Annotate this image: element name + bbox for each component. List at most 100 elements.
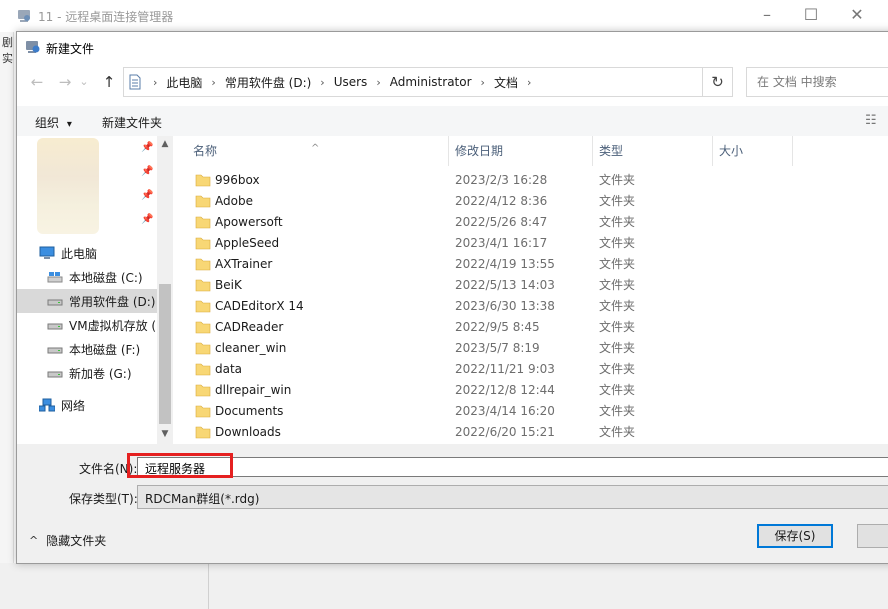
- file-type: 文件夹: [599, 320, 636, 334]
- sidebar-item-this-pc[interactable]: 此电脑: [17, 241, 157, 265]
- up-arrow-icon[interactable]: ↑: [97, 70, 121, 94]
- drive-icon: [47, 323, 63, 330]
- scroll-down-icon[interactable]: ▼: [157, 426, 173, 442]
- file-name: 996box: [215, 173, 260, 187]
- sidebar-item-label: 本地磁盘 (C:): [69, 270, 143, 285]
- table-row[interactable]: dllrepair_win 2022/12/8 12:44 文件夹: [187, 380, 888, 401]
- maximize-button[interactable]: ☐: [788, 4, 834, 28]
- file-type: 文件夹: [599, 362, 636, 376]
- filename-input[interactable]: 远程服务器: [137, 457, 888, 477]
- chevron-right-icon[interactable]: ›: [208, 76, 218, 89]
- cancel-button[interactable]: [857, 524, 888, 548]
- file-date: 2023/6/30 13:38: [455, 299, 555, 313]
- network-icon: [39, 398, 55, 412]
- breadcrumb-item[interactable]: Users: [328, 75, 374, 89]
- caret-down-icon: ▾: [66, 119, 72, 130]
- table-row[interactable]: Downloads 2022/6/20 15:21 文件夹: [187, 422, 888, 443]
- file-date: 2022/4/12 8:36: [455, 194, 548, 208]
- organize-button[interactable]: 组织 ▾: [35, 114, 72, 131]
- file-list: 名称 ^ 修改日期 类型 大小 996box 2023/2/3 16:28 文件夹 A…: [187, 136, 888, 444]
- obscured-quick-access-items: [37, 138, 99, 234]
- chevron-right-icon[interactable]: ›: [478, 76, 488, 89]
- dialog-title: 新建文件: [46, 42, 95, 56]
- save-button[interactable]: 保存(S): [757, 524, 833, 548]
- table-row[interactable]: 996box 2023/2/3 16:28 文件夹: [187, 170, 888, 191]
- table-row[interactable]: BeiK 2022/5/13 14:03 文件夹: [187, 275, 888, 296]
- chevron-right-icon[interactable]: ›: [373, 76, 383, 89]
- breadcrumb-item[interactable]: 常用软件盘 (D:): [219, 74, 317, 91]
- drive-icon: [47, 299, 63, 306]
- sidebar-item-network[interactable]: 网络: [17, 393, 157, 417]
- column-header-size[interactable]: 大小: [713, 136, 793, 166]
- column-header-type[interactable]: 类型: [593, 136, 713, 166]
- chevron-right-icon[interactable]: ›: [524, 76, 534, 89]
- close-button[interactable]: ✕: [834, 4, 880, 28]
- sidebar-item-drive-g[interactable]: 新加卷 (G:): [17, 361, 157, 385]
- back-arrow-icon[interactable]: ←: [25, 70, 49, 94]
- file-type: 文件夹: [599, 383, 636, 397]
- table-row[interactable]: AXTrainer 2022/4/19 13:55 文件夹: [187, 254, 888, 275]
- drive-icon: [47, 272, 63, 283]
- folder-icon: [195, 384, 211, 397]
- search-input[interactable]: 在 文档 中搜索: [746, 67, 888, 97]
- breadcrumb-item[interactable]: 此电脑: [160, 74, 208, 91]
- table-row[interactable]: CADReader 2022/9/5 8:45 文件夹: [187, 317, 888, 338]
- computer-icon: [39, 246, 55, 259]
- sidebar-scrollbar[interactable]: ▲ ▼: [157, 136, 173, 444]
- sidebar-item-drive-e[interactable]: VM虚拟机存放 (: [17, 313, 157, 337]
- file-date: 2022/5/13 14:03: [455, 278, 555, 292]
- scrollbar-thumb[interactable]: [159, 284, 171, 424]
- hide-folders-toggle[interactable]: ^ 隐藏文件夹: [29, 532, 106, 549]
- view-options-icon[interactable]: ☷: [865, 113, 883, 129]
- sidebar-item-drive-c[interactable]: 本地磁盘 (C:): [17, 265, 157, 289]
- parent-strip-text: 剧: [2, 36, 13, 49]
- drive-icon: [47, 371, 63, 378]
- filetype-select[interactable]: RDCMan群组(*.rdg): [137, 485, 888, 509]
- pin-icon[interactable]: 📌: [141, 214, 153, 225]
- table-row[interactable]: Adobe 2022/4/12 8:36 文件夹: [187, 191, 888, 212]
- table-row[interactable]: Apowersoft 2022/5/26 8:47 文件夹: [187, 212, 888, 233]
- dialog-titlebar: 新建文件: [17, 32, 888, 62]
- scroll-up-icon[interactable]: ▲: [157, 136, 173, 152]
- navigation-bar: ← → ⌄ ↑ › 此电脑 › 常用软件盘 (D:) › Users › Adm…: [17, 66, 888, 100]
- chevron-down-icon[interactable]: ⌄: [77, 70, 91, 94]
- parent-titlebar: 11 - 远程桌面连接管理器 – ☐ ✕: [0, 0, 888, 32]
- chevron-right-icon[interactable]: ›: [317, 76, 327, 89]
- address-bar[interactable]: › 此电脑 › 常用软件盘 (D:) › Users › Administrat…: [123, 67, 703, 97]
- file-date: 2022/6/20 15:21: [455, 425, 555, 439]
- organize-label: 组织: [35, 116, 60, 130]
- file-name: Adobe: [215, 194, 253, 208]
- table-row[interactable]: CADEditorX 14 2023/6/30 13:38 文件夹: [187, 296, 888, 317]
- forward-arrow-icon[interactable]: →: [53, 70, 77, 94]
- table-row[interactable]: cleaner_win 2023/5/7 8:19 文件夹: [187, 338, 888, 359]
- sidebar-item-label: 网络: [61, 398, 86, 413]
- pin-icon[interactable]: 📌: [141, 142, 153, 153]
- sidebar-item-drive-d[interactable]: 常用软件盘 (D:): [17, 289, 157, 313]
- save-form: 文件名(N): 远程服务器 保存类型(T): RDCMan群组(*.rdg) ^…: [17, 444, 888, 563]
- breadcrumb-item[interactable]: Administrator: [384, 75, 478, 89]
- annotation-highlight-box: [127, 453, 233, 478]
- table-row[interactable]: AppleSeed 2023/4/1 16:17 文件夹: [187, 233, 888, 254]
- folder-icon: [195, 279, 211, 292]
- pin-icon[interactable]: 📌: [141, 166, 153, 177]
- file-name: BeiK: [215, 278, 242, 292]
- minimize-button[interactable]: –: [744, 4, 790, 28]
- file-date: 2022/4/19 13:55: [455, 257, 555, 271]
- column-header-date[interactable]: 修改日期: [449, 136, 593, 166]
- file-type: 文件夹: [599, 341, 636, 355]
- pin-icon[interactable]: 📌: [141, 190, 153, 201]
- sidebar-item-drive-f[interactable]: 本地磁盘 (F:): [17, 337, 157, 361]
- new-folder-button[interactable]: 新建文件夹: [102, 114, 162, 131]
- save-file-dialog: 新建文件 ← → ⌄ ↑ › 此电脑 › 常用软件盘 (D:) › Users …: [16, 31, 888, 564]
- column-header-name[interactable]: 名称 ^: [187, 136, 449, 166]
- table-row[interactable]: Documents 2023/4/14 16:20 文件夹: [187, 401, 888, 422]
- file-name: Documents: [215, 404, 284, 418]
- file-date: 2022/12/8 12:44: [455, 383, 555, 397]
- breadcrumb-item[interactable]: 文档: [488, 74, 524, 91]
- file-date: 2023/5/7 8:19: [455, 341, 540, 355]
- file-name: Apowersoft: [215, 215, 283, 229]
- folder-icon: [195, 342, 211, 355]
- column-header-label: 名称: [193, 144, 218, 158]
- refresh-icon[interactable]: ↻: [703, 67, 733, 97]
- table-row[interactable]: data 2022/11/21 9:03 文件夹: [187, 359, 888, 380]
